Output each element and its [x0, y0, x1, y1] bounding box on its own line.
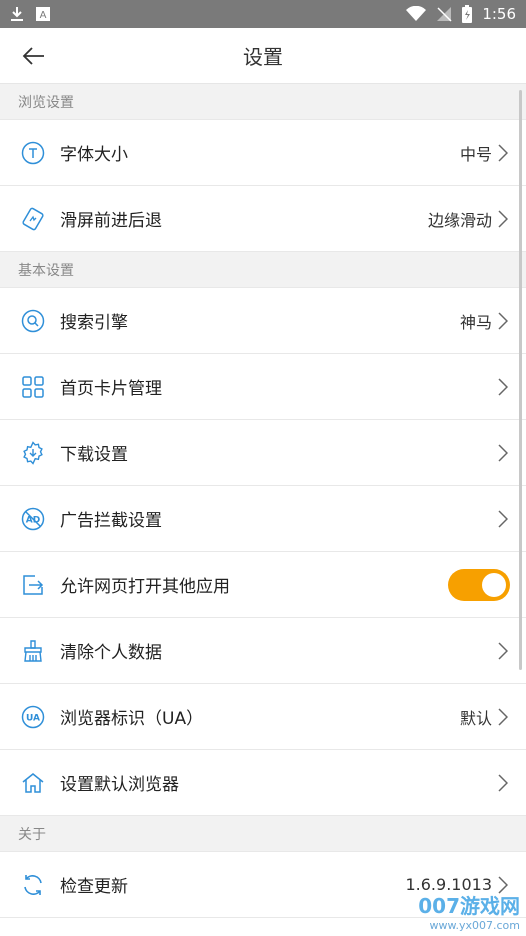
- battery-icon: [462, 5, 473, 23]
- setting-value: 默认: [459, 708, 492, 728]
- ua-icon: UA: [20, 704, 46, 730]
- watermark-title: 007游戏网: [418, 894, 520, 918]
- page-title: 设置: [243, 45, 283, 69]
- toggle-knob: [482, 572, 506, 597]
- svg-text:AD: AD: [26, 515, 40, 525]
- app-notification-icon: A: [36, 7, 50, 21]
- section-header-about: 关于: [0, 816, 526, 852]
- title-bar: 设置: [0, 28, 526, 84]
- setting-label: 浏览器标识（UA）: [60, 709, 204, 729]
- setting-value: 神马: [459, 312, 492, 332]
- refresh-icon: [20, 872, 46, 898]
- chevron-right-icon: [496, 773, 510, 793]
- back-arrow-icon[interactable]: [18, 42, 50, 70]
- setting-label: 搜索引擎: [60, 313, 128, 333]
- chevron-right-icon: [496, 509, 510, 529]
- setting-default-browser[interactable]: 设置默认浏览器: [0, 750, 526, 816]
- setting-label: 字体大小: [60, 145, 128, 165]
- clock: 1:56: [482, 5, 516, 23]
- setting-label: 滑屏前进后退: [60, 211, 162, 231]
- setting-ad-block[interactable]: AD 广告拦截设置: [0, 486, 526, 552]
- chevron-right-icon: [496, 707, 510, 727]
- setting-search-engine[interactable]: 搜索引擎 神马: [0, 288, 526, 354]
- setting-label: 设置默认浏览器: [60, 775, 179, 795]
- chevron-right-icon: [496, 143, 510, 163]
- allow-open-apps-toggle[interactable]: [448, 568, 510, 601]
- scrollbar[interactable]: [519, 90, 522, 670]
- status-bar: A 1:56: [0, 0, 526, 28]
- setting-label: 清除个人数据: [60, 643, 162, 663]
- swipe-icon: [20, 206, 46, 232]
- download-notification-icon: [10, 6, 24, 22]
- signal-icon: [436, 6, 452, 22]
- chevron-right-icon: [496, 209, 510, 229]
- setting-value: 边缘滑动: [427, 210, 492, 230]
- open-external-icon: [20, 572, 46, 598]
- svg-text:A: A: [40, 10, 47, 21]
- chevron-right-icon: [496, 377, 510, 397]
- setting-font-size[interactable]: 字体大小 中号: [0, 120, 526, 186]
- brush-icon: [20, 638, 46, 664]
- chevron-right-icon: [496, 311, 510, 331]
- setting-label: 检查更新: [60, 877, 128, 897]
- ad-block-icon: AD: [20, 506, 46, 532]
- setting-home-cards[interactable]: 首页卡片管理: [0, 354, 526, 420]
- setting-label: 允许网页打开其他应用: [60, 577, 230, 597]
- setting-swipe-navigation[interactable]: 滑屏前进后退 边缘滑动: [0, 186, 526, 252]
- wifi-icon: [406, 6, 427, 22]
- setting-allow-open-apps: 允许网页打开其他应用: [0, 552, 526, 618]
- svg-text:UA: UA: [26, 713, 40, 723]
- setting-label: 首页卡片管理: [60, 379, 162, 399]
- setting-label: 广告拦截设置: [60, 511, 162, 531]
- setting-download[interactable]: 下载设置: [0, 420, 526, 486]
- setting-label: 下载设置: [60, 445, 128, 465]
- chevron-right-icon: [496, 443, 510, 463]
- watermark: 007游戏网 www.yx007.com: [418, 890, 520, 932]
- chevron-right-icon: [496, 641, 510, 661]
- search-icon: [20, 308, 46, 334]
- setting-user-agent[interactable]: UA 浏览器标识（UA） 默认: [0, 684, 526, 750]
- grid-icon: [20, 374, 46, 400]
- download-icon: [20, 440, 46, 466]
- section-header-browse: 浏览设置: [0, 84, 526, 120]
- font-size-icon: [20, 140, 46, 166]
- section-header-basic: 基本设置: [0, 252, 526, 288]
- setting-clear-data[interactable]: 清除个人数据: [0, 618, 526, 684]
- home-icon: [20, 770, 46, 796]
- watermark-url: www.yx007.com: [429, 919, 520, 932]
- setting-value: 中号: [459, 144, 492, 164]
